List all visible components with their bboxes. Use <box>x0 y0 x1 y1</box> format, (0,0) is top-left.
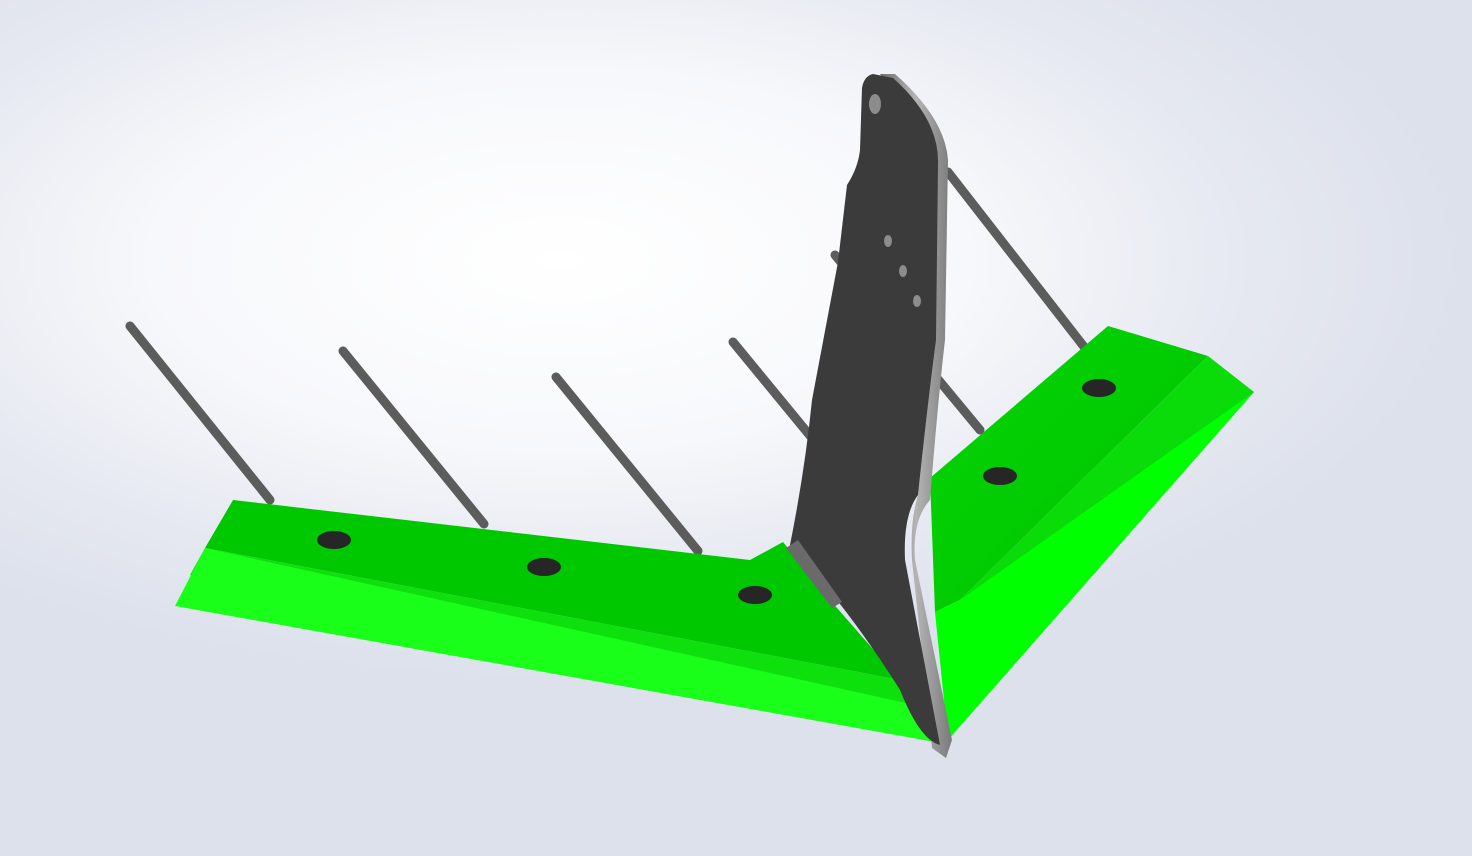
tine-1[interactable] <box>125 321 275 505</box>
left-wing-bolt-hole-3 <box>738 586 772 604</box>
right-wing-blade[interactable] <box>930 326 1254 740</box>
left-wing-bolt-hole-2 <box>527 558 561 576</box>
left-wing-bolt-hole-1 <box>317 531 351 549</box>
shank-top-hole <box>869 94 881 114</box>
right-wing-bolt-hole-2 <box>983 467 1017 485</box>
tine-6[interactable] <box>943 167 1090 353</box>
cad-viewport[interactable] <box>0 0 1472 856</box>
tine-2[interactable] <box>338 346 489 529</box>
tine-3[interactable] <box>551 372 703 556</box>
shank-hole-2 <box>899 265 907 277</box>
shank-hole-3 <box>913 295 921 307</box>
model-canvas[interactable] <box>0 0 1472 856</box>
shank-hole-1 <box>884 235 892 247</box>
right-wing-bolt-hole-1 <box>1082 379 1116 397</box>
